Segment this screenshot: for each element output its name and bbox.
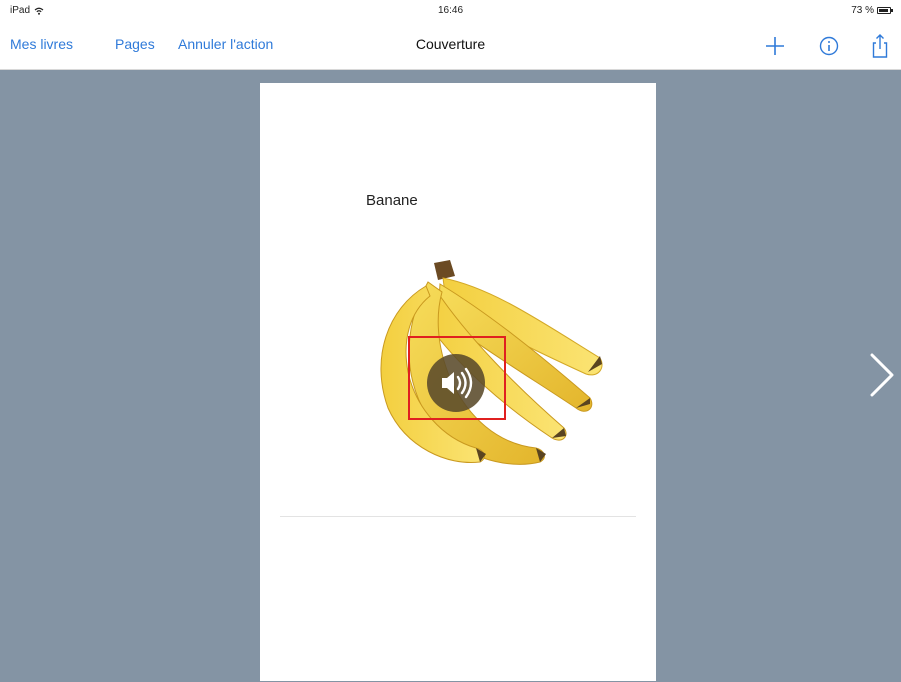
status-time: 16:46: [437, 5, 464, 16]
share-icon[interactable]: [866, 32, 894, 60]
my-books-button[interactable]: Mes livres: [10, 36, 73, 52]
plus-icon[interactable]: [761, 32, 789, 60]
battery-percent: 73 %: [851, 5, 874, 16]
pages-button[interactable]: Pages: [115, 36, 155, 52]
info-icon[interactable]: [815, 32, 843, 60]
battery-icon: [877, 7, 893, 14]
status-right: 73 %: [851, 5, 893, 16]
page-divider: [280, 516, 636, 517]
status-bar: iPad 16:46 73 %: [0, 0, 901, 22]
chevron-right-icon[interactable]: [866, 352, 896, 398]
speaker-icon[interactable]: [426, 353, 486, 413]
page-caption[interactable]: Banane: [366, 192, 418, 209]
page-canvas: Banane: [0, 70, 901, 682]
book-page[interactable]: Banane: [260, 83, 656, 681]
navigation-bar: Mes livres Pages Annuler l'action Couver…: [0, 22, 901, 70]
undo-button[interactable]: Annuler l'action: [178, 36, 273, 52]
